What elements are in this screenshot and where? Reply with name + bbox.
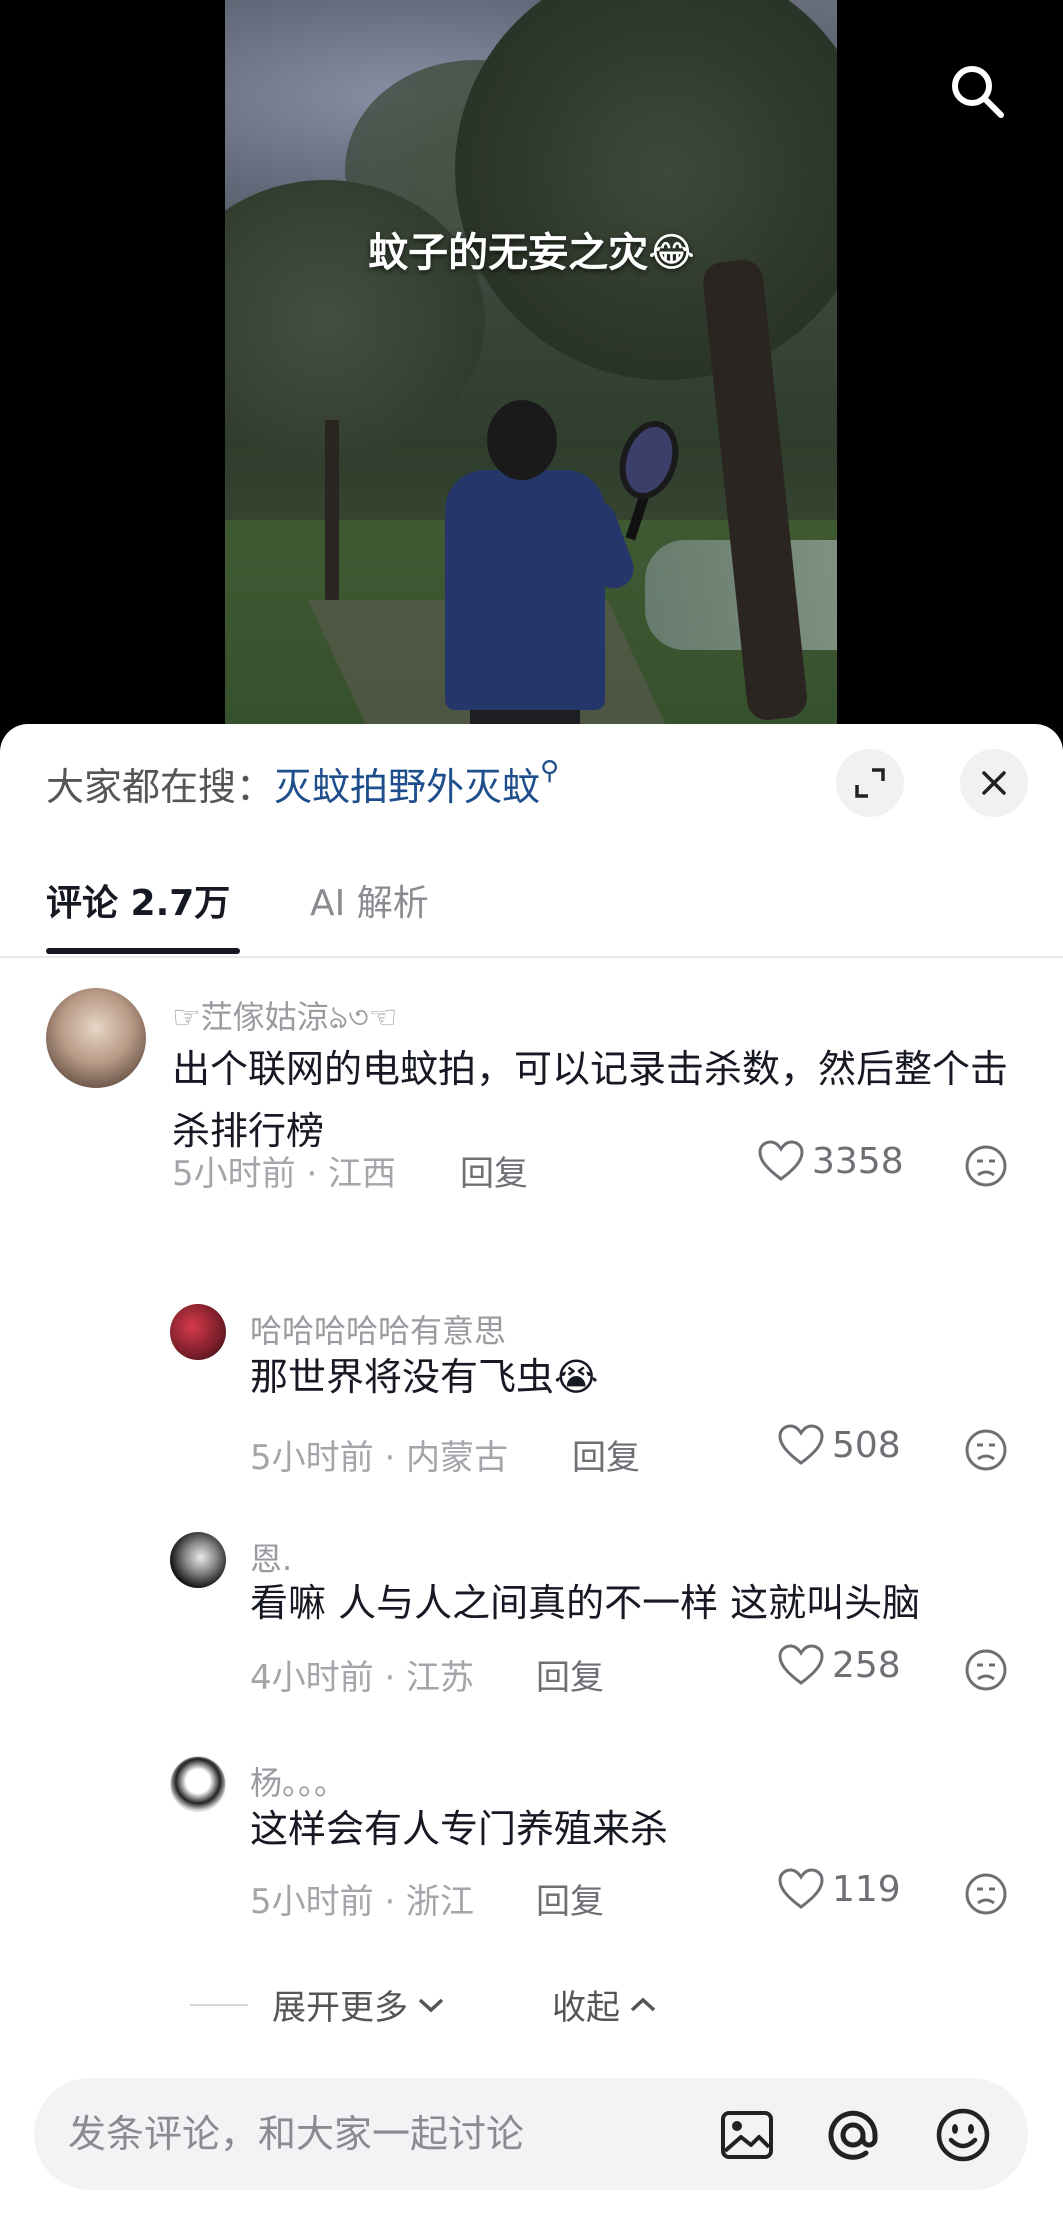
image-icon	[721, 2111, 773, 2159]
chevron-up-icon	[630, 1997, 656, 2011]
like-count: 119	[832, 1868, 901, 1910]
comment-time-location: 5小时前 · 内蒙古	[250, 1438, 509, 1478]
heart-icon	[778, 1868, 824, 1909]
comment-item: ☞茳傢姑涼ঌ৩☜ 出个联网的电蚊拍，可以记录击杀数，然后整个击杀排行榜 5小时前…	[0, 988, 1063, 1194]
search-suggestion[interactable]: 大家都在搜：灭蚊拍野外灭蚊⚲	[46, 756, 559, 811]
reply-item: 杨。。。 这样会有人专门养殖来杀 5小时前 · 浙江 回复 119	[0, 1756, 1063, 1922]
avatar[interactable]	[170, 1304, 226, 1360]
comment-time-location: 4小时前 · 江苏	[250, 1658, 475, 1698]
expand-button[interactable]	[836, 749, 904, 817]
comment-input[interactable]	[68, 2104, 708, 2164]
tab-comments[interactable]: 评论 2.7万	[46, 874, 230, 926]
close-icon	[982, 771, 1006, 795]
like-button[interactable]: 508	[778, 1424, 901, 1466]
video-caption: 蚊子的无妄之灾😂	[368, 230, 695, 276]
video-frame	[225, 0, 837, 740]
like-button[interactable]: 119	[778, 1868, 901, 1910]
emoji-button[interactable]	[934, 2106, 992, 2164]
video-player[interactable]: 蚊子的无妄之灾😂	[0, 0, 1063, 740]
collapse-label: 收起	[552, 1988, 620, 2028]
avatar[interactable]	[46, 988, 146, 1088]
reply-button[interactable]: 回复	[460, 1146, 528, 1195]
collapse-button[interactable]: 收起	[552, 1980, 658, 2029]
small-search-icon: ⚲	[540, 756, 560, 786]
dislike-face-icon[interactable]	[964, 1648, 1008, 1692]
search-suggestion-prefix: 大家都在搜：	[46, 765, 275, 809]
reply-item: 哈哈哈哈哈有意思 那世界将没有飞虫😭 5小时前 · 内蒙古 回复 508	[0, 1304, 1063, 1478]
mention-button[interactable]	[824, 2106, 882, 2164]
expand-icon	[855, 768, 885, 798]
like-count: 3358	[812, 1140, 904, 1182]
image-button[interactable]	[718, 2106, 776, 2164]
video-scene-trunk	[325, 420, 339, 600]
comment-time-location: 5小时前 · 江西	[172, 1154, 397, 1194]
reply-item: 恩. 看嘛 人与人之间真的不一样 这就叫头脑 4小时前 · 江苏 回复 258	[0, 1532, 1063, 1698]
dislike-face-icon[interactable]	[964, 1872, 1008, 1916]
heart-icon	[758, 1140, 804, 1181]
comment-input-bar	[34, 2078, 1028, 2190]
comment-text: 那世界将没有飞虫😭	[250, 1355, 599, 1399]
comment-sheet: 大家都在搜：灭蚊拍野外灭蚊⚲ 评论 2.7万 AI 解析 ☞茳傢姑涼ঌ৩☜ 出个…	[0, 724, 1063, 2216]
heart-icon	[778, 1644, 824, 1685]
comment-tabs: 评论 2.7万 AI 解析	[0, 844, 1063, 958]
video-person-body	[445, 470, 605, 710]
reply-button[interactable]: 回复	[536, 1650, 604, 1699]
comment-time-location: 5小时前 · 浙江	[250, 1882, 475, 1922]
video-person-head	[487, 400, 557, 480]
dislike-face-icon[interactable]	[964, 1144, 1008, 1188]
search-icon	[952, 66, 1004, 118]
video-scene-tree	[455, 0, 837, 380]
heart-icon	[778, 1424, 824, 1465]
reply-button[interactable]: 回复	[572, 1430, 640, 1479]
at-icon	[828, 2110, 878, 2160]
comment-text: 看嘛 人与人之间真的不一样 这就叫头脑	[250, 1581, 921, 1625]
search-suggestion-keyword[interactable]: 灭蚊拍野外灭蚊	[274, 765, 540, 809]
tab-ai-analysis[interactable]: AI 解析	[310, 874, 429, 926]
like-button[interactable]: 3358	[758, 1140, 904, 1182]
search-button[interactable]	[944, 58, 1010, 124]
active-tab-indicator	[46, 948, 240, 954]
avatar[interactable]	[170, 1532, 226, 1588]
reply-button[interactable]: 回复	[536, 1874, 604, 1923]
video-racket	[610, 413, 688, 507]
like-count: 258	[832, 1644, 901, 1686]
chevron-down-icon	[418, 1998, 444, 2012]
avatar[interactable]	[170, 1756, 226, 1812]
like-button[interactable]: 258	[778, 1644, 901, 1686]
dislike-face-icon[interactable]	[964, 1428, 1008, 1472]
close-button[interactable]	[960, 749, 1028, 817]
divider	[190, 2004, 248, 2006]
expand-more-button[interactable]: 展开更多	[272, 1980, 446, 2029]
emoji-icon	[936, 2108, 990, 2162]
expand-more-label: 展开更多	[272, 1988, 408, 2028]
comment-text: 这样会有人专门养殖来杀	[250, 1807, 669, 1851]
like-count: 508	[832, 1424, 901, 1466]
